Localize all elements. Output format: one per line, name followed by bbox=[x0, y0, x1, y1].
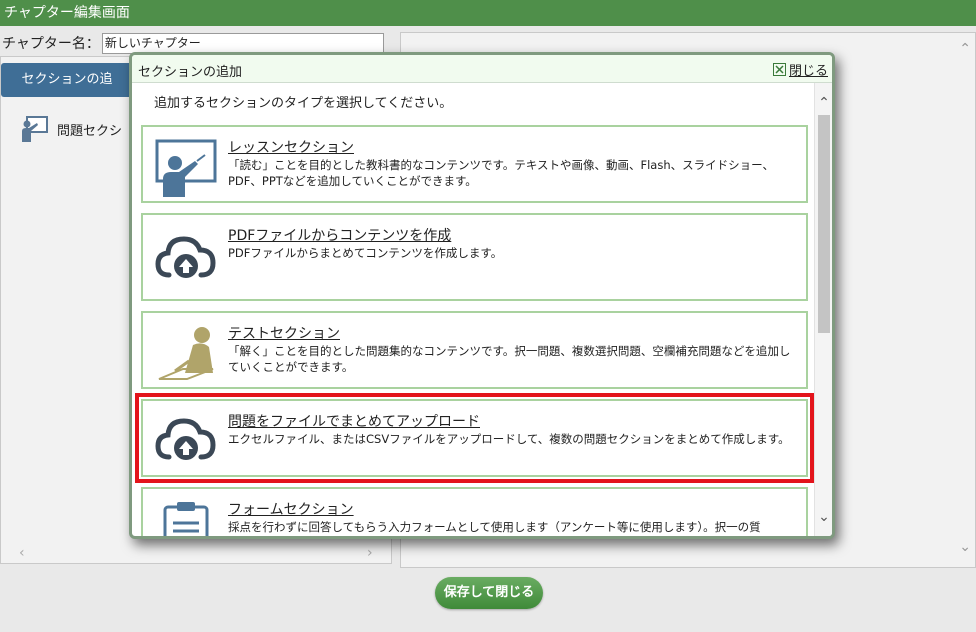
card-title: レッスンセクション bbox=[228, 140, 354, 156]
add-section-button[interactable]: セクションの追 bbox=[1, 63, 133, 97]
form-clipboard-icon bbox=[163, 502, 209, 536]
test-writing-icon bbox=[158, 327, 214, 380]
add-section-dialog: セクションの追加 閉じる 追加するセクションのタイプを選択してください。 レッス… bbox=[129, 52, 835, 539]
dialog-instruction: 追加するセクションのタイプを選択してください。 bbox=[154, 96, 453, 111]
card-title: フォームセクション bbox=[228, 502, 354, 518]
scroll-right-icon[interactable]: › bbox=[367, 545, 373, 561]
card-description: 採点を行わずに回答してもらう入力フォームとして使用します（アンケート等に使用しま… bbox=[228, 520, 761, 534]
dialog-title: セクションの追加 bbox=[138, 65, 243, 80]
card-title: PDFファイルからコンテンツを作成 bbox=[228, 228, 452, 244]
scroll-up-icon[interactable]: ⌃ bbox=[959, 41, 971, 57]
scrollbar-thumb[interactable] bbox=[818, 115, 830, 333]
dialog-close-button[interactable]: 閉じる bbox=[772, 60, 828, 79]
tree-item-label: 問題セクシ bbox=[57, 123, 123, 139]
card-title: テストセクション bbox=[228, 326, 340, 342]
card-description: PDFファイルからまとめてコンテンツを作成します。 bbox=[228, 246, 503, 260]
close-label: 閉じる bbox=[788, 64, 828, 79]
close-icon bbox=[772, 63, 786, 76]
tree-item-question-section[interactable]: 問題セクシ bbox=[19, 115, 122, 143]
window-title: チャプター編集画面 bbox=[0, 0, 976, 26]
scroll-left-icon[interactable]: ‹ bbox=[19, 545, 25, 561]
card-description: エクセルファイル、またはCSVファイルをアップロードして、複数の問題セクションを… bbox=[228, 432, 790, 446]
section-type-form[interactable]: フォームセクション 採点を行わずに回答してもらう入力フォームとして使用します（ア… bbox=[141, 487, 808, 536]
chapter-name-row: チャプター名： 新しいチャプター bbox=[0, 32, 384, 54]
scroll-up-icon[interactable]: ⌃ bbox=[815, 95, 832, 111]
dialog-body: 追加するセクションのタイプを選択してください。 レッスンセクション 「読む」こと… bbox=[132, 83, 814, 536]
scroll-down-icon[interactable]: ⌄ bbox=[959, 539, 971, 555]
card-description: 「解く」ことを目的とした問題集的なコンテンツです。択一問題、複数選択問題、空欄補… bbox=[228, 344, 791, 374]
card-description: 「読む」ことを目的とした教科書的なコンテンツです。テキストや画像、動画、Flas… bbox=[228, 158, 775, 188]
chapter-name-input[interactable]: 新しいチャプター bbox=[101, 32, 384, 54]
dialog-scrollbar[interactable]: ⌃ ⌄ bbox=[814, 83, 832, 536]
section-type-lesson[interactable]: レッスンセクション 「読む」ことを目的とした教科書的なコンテンツです。テキストや… bbox=[141, 125, 808, 203]
card-title: 問題をファイルでまとめてアップロード bbox=[228, 414, 480, 430]
teacher-board-icon bbox=[22, 116, 48, 142]
section-type-test[interactable]: テストセクション 「解く」ことを目的とした問題集的なコンテンツです。択一問題、複… bbox=[141, 311, 808, 389]
dialog-header: セクションの追加 閉じる bbox=[132, 55, 832, 83]
scroll-down-icon[interactable]: ⌄ bbox=[815, 509, 832, 525]
save-and-close-button[interactable]: 保存して閉じる bbox=[435, 577, 543, 609]
cloud-upload-icon bbox=[155, 418, 216, 460]
chapter-name-label: チャプター名： bbox=[2, 36, 100, 52]
lesson-teacher-icon bbox=[155, 139, 217, 197]
section-type-bulk-upload[interactable]: 問題をファイルでまとめてアップロード エクセルファイル、またはCSVファイルをア… bbox=[135, 393, 814, 483]
section-type-pdf[interactable]: PDFファイルからコンテンツを作成 PDFファイルからまとめてコンテンツを作成し… bbox=[141, 213, 808, 301]
cloud-upload-icon bbox=[155, 236, 216, 278]
